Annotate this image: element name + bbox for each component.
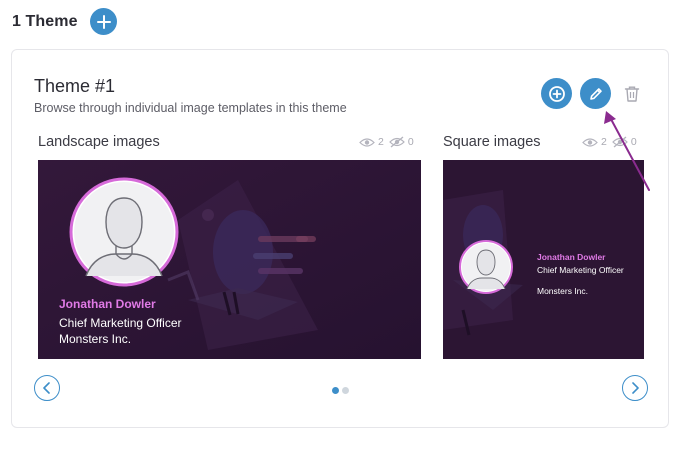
landscape-template-preview[interactable]: Jonathan Dowler Chief Marketing Officer … (38, 160, 421, 359)
pencil-icon (589, 87, 602, 100)
person-company: Monsters Inc. (59, 332, 132, 346)
carousel-prev-button[interactable] (34, 375, 60, 401)
page-header: 1 Theme (12, 8, 78, 36)
person-company: Monsters Inc. (537, 286, 589, 296)
themes-count-title: 1 Theme (12, 13, 78, 30)
avatar (459, 240, 513, 294)
theme-description: Browse through individual image template… (34, 101, 347, 115)
chevron-left-icon (43, 382, 50, 394)
theme-card: Theme #1 Browse through individual image… (11, 49, 669, 428)
add-template-button[interactable] (541, 78, 572, 109)
square-template-preview[interactable]: Jonathan Dowler Chief Marketing Officer … (443, 160, 644, 359)
edit-theme-button[interactable] (580, 78, 611, 109)
views-count: 2 (378, 136, 384, 148)
plus-icon (96, 14, 111, 29)
delete-theme-button[interactable] (621, 82, 643, 106)
add-theme-button[interactable] (90, 8, 117, 35)
eye-slash-icon (388, 136, 405, 148)
hidden-count: 0 (630, 136, 637, 148)
person-name: Jonathan Dowler (537, 252, 606, 262)
eye-slash-icon (611, 136, 628, 148)
person-job-title: Chief Marketing Officer (59, 316, 182, 330)
person-name: Jonathan Dowler (59, 297, 156, 311)
eye-icon (359, 137, 375, 147)
plus-circle-icon (548, 85, 565, 102)
landscape-section-title: Landscape images (38, 134, 160, 150)
person-job-title: Chief Marketing Officer (537, 265, 624, 275)
eye-icon (582, 137, 598, 147)
square-section-title: Square images (443, 134, 541, 150)
carousel-pagination (332, 387, 349, 394)
chevron-right-icon (632, 382, 639, 394)
square-stats: 2 0 (582, 136, 642, 148)
trash-icon (624, 86, 640, 102)
avatar (69, 177, 179, 287)
theme-title: Theme #1 (34, 76, 116, 96)
pagination-dot-2[interactable] (342, 387, 349, 394)
views-count: 2 (601, 136, 607, 148)
landscape-stats: 2 0 (359, 136, 419, 148)
hidden-count: 0 (407, 136, 414, 148)
carousel-next-button[interactable] (622, 375, 648, 401)
pagination-dot-1[interactable] (332, 387, 339, 394)
